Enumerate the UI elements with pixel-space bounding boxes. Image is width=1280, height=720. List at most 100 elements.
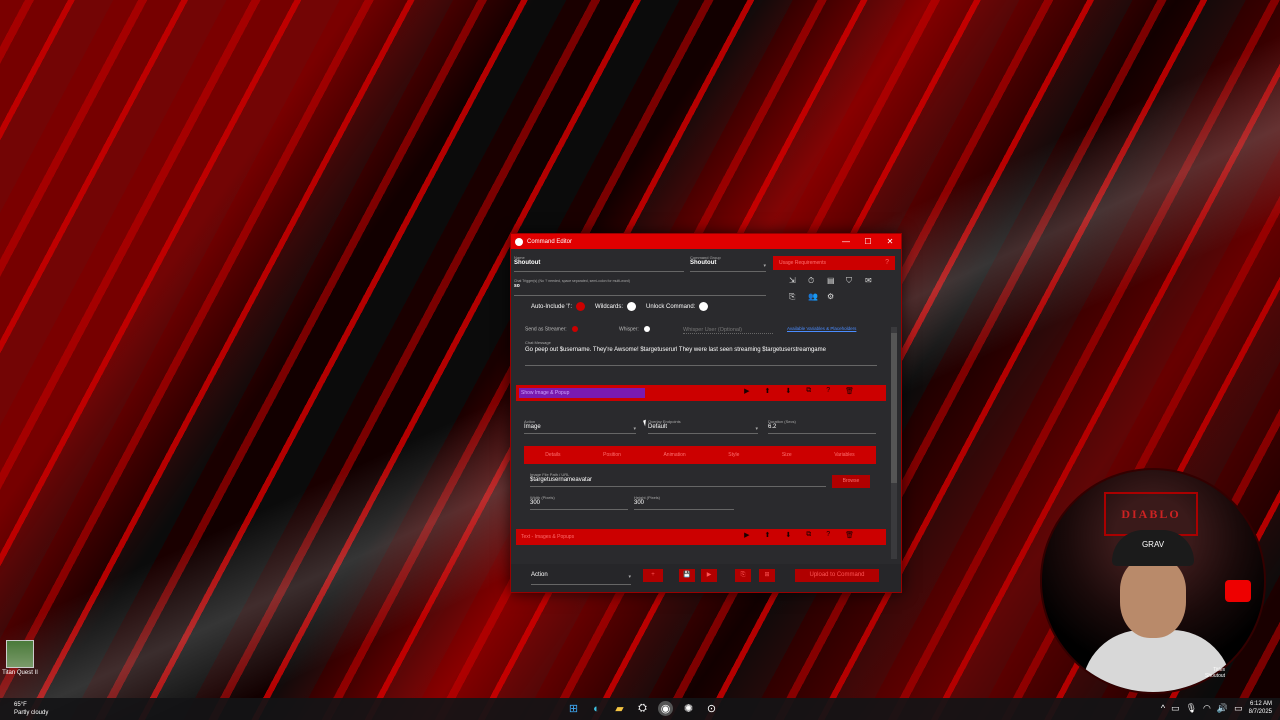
width-field[interactable]: Width (Pixels) 300	[530, 495, 628, 510]
system-tray: ^ ▭ 🎙 ◠ 🔊 ▭ 6:12 AM 8/7/2025	[1161, 700, 1272, 716]
desktop-icon-titan-quest[interactable]: Titan Quest II	[2, 640, 38, 676]
file-explorer-icon[interactable]: ▰	[612, 701, 627, 716]
desktop-icon-label: Titan Quest II	[2, 670, 38, 676]
scrollbar[interactable]	[891, 327, 897, 559]
window-title: Command Editor	[527, 238, 573, 245]
message-icon[interactable]: ✉	[865, 276, 884, 286]
action-controls: ▶ ⬆ ⬇ ⧉ ? 🗑	[744, 531, 854, 539]
variables-link[interactable]: Available Variables & Placeholders	[787, 326, 856, 331]
tab-animation[interactable]: Animation	[663, 446, 685, 464]
wifi-icon[interactable]: ◠	[1203, 703, 1211, 714]
add-user-icon[interactable]: ⇲	[789, 276, 808, 286]
action-header-2[interactable]: Text - Images & Popups ▶ ⬆ ⬇ ⧉ ? 🗑	[516, 529, 886, 545]
whisper-user-input[interactable]: Whisper User (Optional)	[683, 327, 773, 334]
play-icon[interactable]: ▶	[744, 387, 749, 395]
edge-icon[interactable]: ◐	[589, 701, 604, 716]
auto-include-toggle[interactable]: Auto-Include '!':	[531, 302, 585, 311]
timer-icon[interactable]: ⏱	[808, 276, 827, 286]
chat-trigger-field[interactable]: Chat Trigger(s) (No '!' needed, space se…	[514, 279, 766, 296]
list-icon[interactable]: ▤	[827, 276, 846, 286]
help-icon[interactable]: ?	[826, 531, 830, 539]
arrow-down-icon[interactable]: ⬇	[785, 387, 791, 395]
bottom-toolbar: Action ▾ + 💾 ▶ ⎘ ⊞ Upload to Command	[511, 564, 901, 592]
trash-icon[interactable]: 🗑	[845, 531, 854, 539]
capture-icon[interactable]: ⊙	[704, 701, 719, 716]
actions-scroll-area[interactable]: Send as Streamer: Whisper: Whisper User …	[515, 326, 887, 560]
requirements-icons: ⇲ ⏱ ▤ ⛉ ✉ ⎘ 👥 ⚙	[773, 270, 895, 302]
usage-requirements-header[interactable]: Usage Requirements ?	[773, 256, 895, 270]
taskbar-apps: ⊞ ◐ ▰ ⛭ ◉ ✺ ⊙	[566, 701, 719, 716]
send-as-streamer-toggle[interactable]: Send as Streamer:	[525, 326, 579, 332]
network-icon[interactable]: ▭	[1171, 703, 1180, 714]
chat-message-input[interactable]: Go peep out $username. They're Awsome! $…	[525, 346, 877, 366]
webcam-person-shirt	[1082, 630, 1232, 692]
users-icon[interactable]: 👥	[808, 292, 827, 302]
play-icon[interactable]: ▶	[701, 569, 717, 582]
minimize-button[interactable]: —	[835, 237, 857, 246]
wildcards-toggle[interactable]: Wildcards:	[595, 302, 636, 311]
copy-icon[interactable]: ⧉	[806, 387, 811, 395]
unlock-command-toggle[interactable]: Unlock Command:	[646, 302, 709, 311]
trash-icon[interactable]: 🗑	[845, 387, 854, 395]
tab-variables[interactable]: Variables	[834, 446, 854, 464]
command-group-select[interactable]: Command Group Shoutout ▾	[690, 255, 766, 272]
export-icon[interactable]: ⎘	[735, 569, 751, 582]
browse-button[interactable]: Browse	[832, 475, 870, 488]
scrollbar-thumb[interactable]	[891, 333, 897, 483]
volume-icon[interactable]: 🔊	[1217, 703, 1228, 714]
arrow-up-icon[interactable]: ⬆	[764, 387, 770, 395]
action-header-1[interactable]: Show Image & Popup ▶ ⬆ ⬇ ⧉ ? 🗑	[516, 385, 886, 401]
name-value: Shoutout	[514, 260, 541, 266]
command-editor-window: Command Editor — ☐ ✕ Name Shoutout Comma…	[510, 233, 902, 593]
title-bar[interactable]: Command Editor — ☐ ✕	[511, 234, 901, 249]
weather-widget[interactable]: 65°F Partly cloudy	[14, 701, 48, 717]
battery-icon[interactable]: ▭	[1234, 703, 1243, 714]
height-field[interactable]: Height (Pixels) 300	[634, 495, 734, 510]
play-icon[interactable]: ▶	[744, 531, 749, 539]
chevron-down-icon: ▾	[628, 574, 631, 580]
action-controls: ▶ ⬆ ⬇ ⧉ ? 🗑	[744, 387, 854, 395]
taskbar: 65°F Partly cloudy ⊞ ◐ ▰ ⛭ ◉ ✺ ⊙ ^ ▭ 🎙 ◠…	[0, 698, 1280, 720]
add-action-button[interactable]: +	[643, 569, 663, 582]
action-tabs: Details Position Animation Style Size Va…	[524, 446, 876, 464]
clock[interactable]: 6:12 AM 8/7/2025	[1249, 700, 1272, 716]
chatgpt-icon[interactable]: ✺	[681, 701, 696, 716]
tab-position[interactable]: Position	[603, 446, 621, 464]
close-button[interactable]: ✕	[879, 237, 901, 246]
tab-size[interactable]: Size	[782, 446, 792, 464]
chevron-down-icon: ▾	[755, 426, 758, 432]
game-icon	[6, 640, 34, 668]
overlay-endpoints-select[interactable]: Overlay Endpoints Default ▾	[648, 419, 758, 434]
gear-icon[interactable]: ⚙	[827, 292, 846, 302]
steam-icon[interactable]: ⛭	[635, 701, 650, 716]
mic-icon[interactable]: 🎙	[1186, 703, 1197, 714]
duration-field[interactable]: Duration (Secs) 6.2	[768, 419, 876, 434]
chevron-up-icon[interactable]: ^	[1161, 703, 1165, 713]
import-icon[interactable]: ⊞	[759, 569, 775, 582]
action-type-select[interactable]: Action Image ▾	[524, 419, 636, 434]
shield-icon[interactable]: ⛉	[846, 276, 865, 286]
image-path-field[interactable]: Image File Path / URL $targetusernameava…	[530, 472, 826, 487]
command-group-value: Shoutout	[690, 260, 717, 266]
windows-start-icon[interactable]: ⊞	[566, 701, 581, 716]
help-icon[interactable]: ?	[826, 387, 830, 395]
link-icon[interactable]: ⎘	[789, 292, 808, 302]
save-icon[interactable]: 💾	[679, 569, 695, 582]
action-name[interactable]: Text - Images & Popups	[521, 532, 574, 542]
weather-desc: Partly cloudy	[14, 710, 49, 716]
copy-icon[interactable]: ⧉	[806, 531, 811, 539]
action-name[interactable]: Show Image & Popup	[519, 388, 645, 398]
whisper-toggle[interactable]: Whisper:	[619, 326, 651, 332]
maximize-button[interactable]: ☐	[857, 237, 879, 246]
chevron-down-icon: ▾	[763, 263, 766, 269]
streamer-bot-icon[interactable]: ◉	[658, 701, 673, 716]
help-icon[interactable]: ?	[885, 256, 889, 270]
tab-style[interactable]: Style	[728, 446, 739, 464]
name-field[interactable]: Name Shoutout	[514, 255, 684, 272]
upload-to-command-button[interactable]: Upload to Command	[795, 569, 879, 582]
add-action-select[interactable]: Action ▾	[531, 572, 631, 585]
webcam-person-face	[1120, 558, 1186, 638]
arrow-up-icon[interactable]: ⬆	[764, 531, 770, 539]
tab-details[interactable]: Details	[545, 446, 560, 464]
arrow-down-icon[interactable]: ⬇	[785, 531, 791, 539]
